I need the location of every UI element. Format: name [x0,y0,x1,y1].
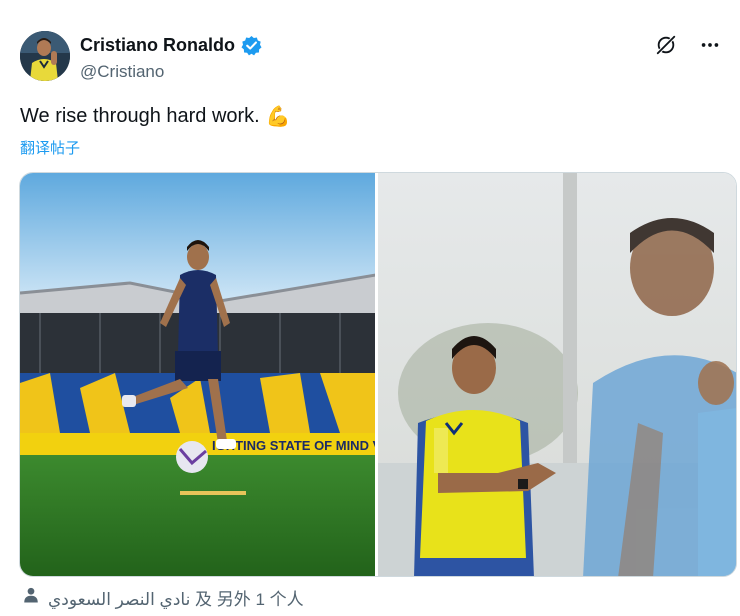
author-name-row: Cristiano Ronaldo [80,35,262,56]
post-card: Cristiano Ronaldo @Cristiano We rise thr… [0,0,740,616]
more-icon[interactable] [698,33,722,57]
person-icon [22,586,40,609]
verified-badge-icon [241,35,262,56]
grok-icon[interactable] [654,33,678,57]
translate-post-link[interactable]: 翻译帖子 [20,137,80,158]
tagged-users-text[interactable]: نادي النصر السعودي 及 另外 1 个人 [48,585,304,610]
post-text-row: We rise through hard work. 💪 [20,104,291,129]
author-handle[interactable]: @Cristiano [80,62,164,82]
tagged-users-row[interactable]: نادي النصر السعودي 及 另外 1 个人 [22,585,304,610]
media-grid: IGHTING STATE OF MIND V [19,172,737,577]
photo-stadium-kick[interactable]: IGHTING STATE OF MIND V [20,173,375,576]
flexed-biceps-emoji: 💪 [265,106,291,128]
photo-training-session[interactable] [378,173,736,576]
author-name[interactable]: Cristiano Ronaldo [80,35,235,56]
stadium-banner-text: IGHTING STATE OF MIND V [212,438,375,453]
post-text: We rise through hard work. [20,105,260,127]
header-actions [654,33,722,57]
avatar[interactable] [20,31,70,81]
